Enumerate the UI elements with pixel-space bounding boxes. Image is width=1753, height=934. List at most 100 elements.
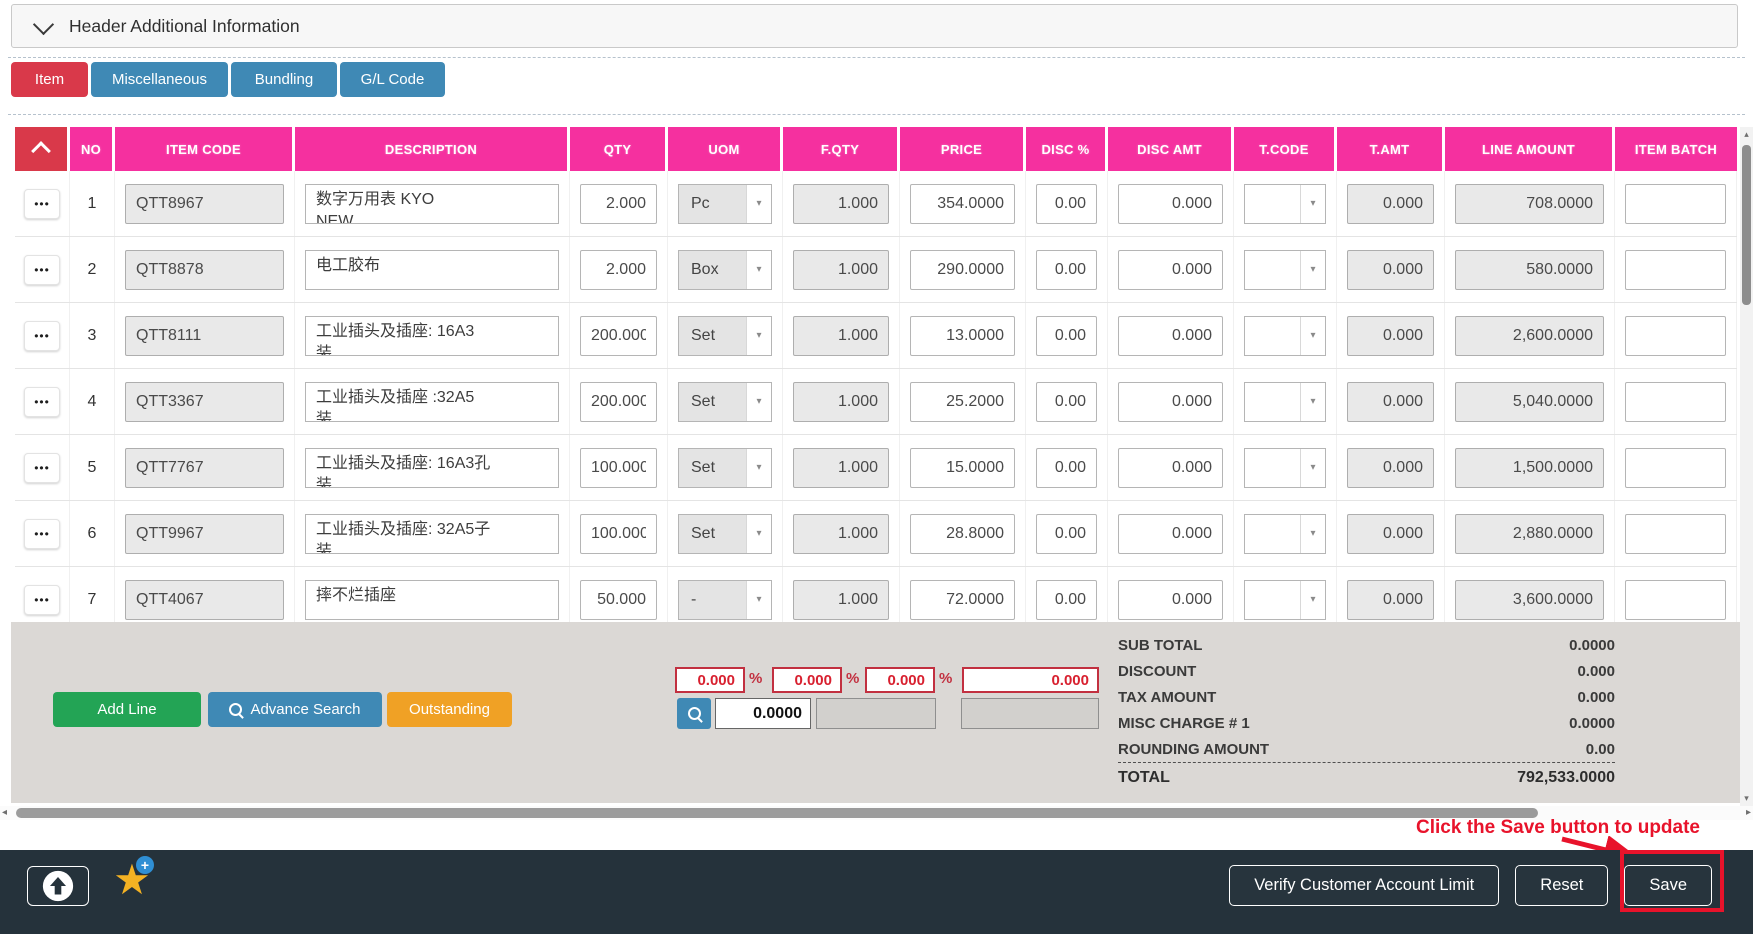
uom-select[interactable]: Pc ▾	[678, 184, 772, 224]
disc-pct-input[interactable]	[1036, 382, 1097, 422]
misc-charge-field-2[interactable]	[961, 698, 1099, 729]
row-actions-button[interactable]: •••	[24, 519, 60, 549]
item-batch-input[interactable]	[1625, 250, 1726, 290]
outstanding-button[interactable]: Outstanding	[387, 692, 512, 727]
item-batch-input[interactable]	[1625, 382, 1726, 422]
total-label: TOTAL	[1118, 769, 1170, 787]
price-input[interactable]	[910, 184, 1015, 224]
discount-1-input[interactable]	[675, 667, 745, 693]
verify-customer-account-limit-button[interactable]: Verify Customer Account Limit	[1229, 865, 1499, 906]
disc-pct-input[interactable]	[1036, 316, 1097, 356]
tcode-select[interactable]: ▾	[1244, 448, 1326, 488]
discount-2-input[interactable]	[772, 667, 842, 693]
misc-charge-search-button[interactable]	[677, 698, 711, 729]
tcode-select[interactable]: ▾	[1244, 250, 1326, 290]
price-input[interactable]	[910, 514, 1015, 554]
uom-select[interactable]: Set ▾	[678, 448, 772, 488]
discount-amount-input[interactable]	[962, 667, 1099, 693]
row-actions-button[interactable]: •••	[24, 255, 60, 285]
uom-select[interactable]: - ▾	[678, 580, 772, 620]
item-batch-input[interactable]	[1625, 184, 1726, 224]
search-icon	[688, 707, 701, 720]
disc-amt-input[interactable]	[1118, 448, 1223, 488]
price-input[interactable]	[910, 382, 1015, 422]
description-input[interactable]: 工业插头及插座: 32A5子 装	[305, 514, 559, 554]
description-input[interactable]: 电工胶布	[305, 250, 559, 290]
tcode-select[interactable]: ▾	[1244, 580, 1326, 620]
disc-pct-input[interactable]	[1036, 580, 1097, 620]
uom-select[interactable]: Set ▾	[678, 382, 772, 422]
row-actions-button[interactable]: •••	[24, 189, 60, 219]
header-additional-info-panel[interactable]: Header Additional Information	[11, 4, 1738, 48]
qty-input[interactable]	[580, 514, 657, 554]
qty-input[interactable]	[580, 580, 657, 620]
vertical-scroll-thumb[interactable]	[1742, 145, 1751, 305]
qty-input[interactable]	[580, 448, 657, 488]
tab-item[interactable]: Item	[11, 62, 88, 97]
price-input[interactable]	[910, 580, 1015, 620]
upload-button[interactable]	[27, 866, 89, 906]
uom-select[interactable]: Box ▾	[678, 250, 772, 290]
price-input[interactable]	[910, 448, 1015, 488]
tcode-select[interactable]: ▾	[1244, 382, 1326, 422]
disc-pct-input[interactable]	[1036, 250, 1097, 290]
tab-bundling[interactable]: Bundling	[231, 62, 337, 97]
uom-select[interactable]: Set ▾	[678, 316, 772, 356]
line-items-table: NO ITEM CODE DESCRIPTION QTY UOM F.QTY P…	[15, 127, 1737, 622]
disc-pct-input[interactable]	[1036, 514, 1097, 554]
misc-charge-field-1[interactable]	[816, 698, 936, 729]
scroll-right-icon[interactable]: ▸	[1746, 807, 1751, 819]
qty-input[interactable]	[580, 184, 657, 224]
tcode-select[interactable]: ▾	[1244, 316, 1326, 356]
disc-amt-input[interactable]	[1118, 316, 1223, 356]
row-actions-button[interactable]: •••	[24, 585, 60, 615]
description-text: 摔不烂插座	[316, 585, 548, 607]
scroll-up-icon[interactable]: ▴	[1740, 129, 1753, 140]
discount-3-input[interactable]	[865, 667, 935, 693]
row-actions-button[interactable]: •••	[24, 387, 60, 417]
tab-gl-code[interactable]: G/L Code	[340, 62, 445, 97]
horizontal-scroll-thumb[interactable]	[16, 808, 1538, 818]
disc-amt-input[interactable]	[1118, 580, 1223, 620]
reset-button[interactable]: Reset	[1515, 865, 1608, 906]
description-input[interactable]: 摔不烂插座	[305, 580, 559, 620]
add-line-button[interactable]: Add Line	[53, 692, 201, 727]
item-batch-input[interactable]	[1625, 580, 1726, 620]
price-input[interactable]	[910, 316, 1015, 356]
vertical-scrollbar[interactable]: ▴ ▾	[1740, 127, 1753, 806]
description-input[interactable]: 工业插头及插座 :32A5 装	[305, 382, 559, 422]
item-batch-input[interactable]	[1625, 316, 1726, 356]
item-batch-input[interactable]	[1625, 514, 1726, 554]
disc-amt-input[interactable]	[1118, 514, 1223, 554]
disc-amt-input[interactable]	[1118, 382, 1223, 422]
collapse-rows-header-cell[interactable]	[15, 127, 70, 171]
uom-select[interactable]: Set ▾	[678, 514, 772, 554]
qty-input[interactable]	[580, 316, 657, 356]
disc-amt-input[interactable]	[1118, 250, 1223, 290]
qty-input[interactable]	[580, 250, 657, 290]
misc-charge-input[interactable]	[715, 698, 811, 729]
row-actions-button[interactable]: •••	[24, 321, 60, 351]
price-input[interactable]	[910, 250, 1015, 290]
tab-miscellaneous[interactable]: Miscellaneous	[91, 62, 228, 97]
description-input[interactable]: 工业插头及插座: 16A3 装	[305, 316, 559, 356]
save-button[interactable]: Save	[1624, 865, 1712, 906]
scroll-down-icon[interactable]: ▾	[1740, 793, 1753, 804]
item-code-input	[125, 316, 284, 356]
row-actions-button[interactable]: •••	[24, 453, 60, 483]
rounding-label: ROUNDING AMOUNT	[1118, 741, 1269, 758]
disc-pct-input[interactable]	[1036, 184, 1097, 224]
description-input[interactable]: 工业插头及插座: 16A3孔 装	[305, 448, 559, 488]
favorite-add-button[interactable]: ★ +	[108, 856, 156, 904]
scroll-left-icon[interactable]: ◂	[2, 807, 7, 819]
advance-search-button[interactable]: Advance Search	[208, 692, 382, 727]
tamt-input	[1347, 580, 1434, 620]
disc-pct-input[interactable]	[1036, 448, 1097, 488]
disc-amt-input[interactable]	[1118, 184, 1223, 224]
tcode-select[interactable]: ▾	[1244, 514, 1326, 554]
item-batch-input[interactable]	[1625, 448, 1726, 488]
qty-input[interactable]	[580, 382, 657, 422]
tamt-input	[1347, 316, 1434, 356]
description-input[interactable]: 数字万用表 KYO NEW	[305, 184, 559, 224]
tcode-select[interactable]: ▾	[1244, 184, 1326, 224]
